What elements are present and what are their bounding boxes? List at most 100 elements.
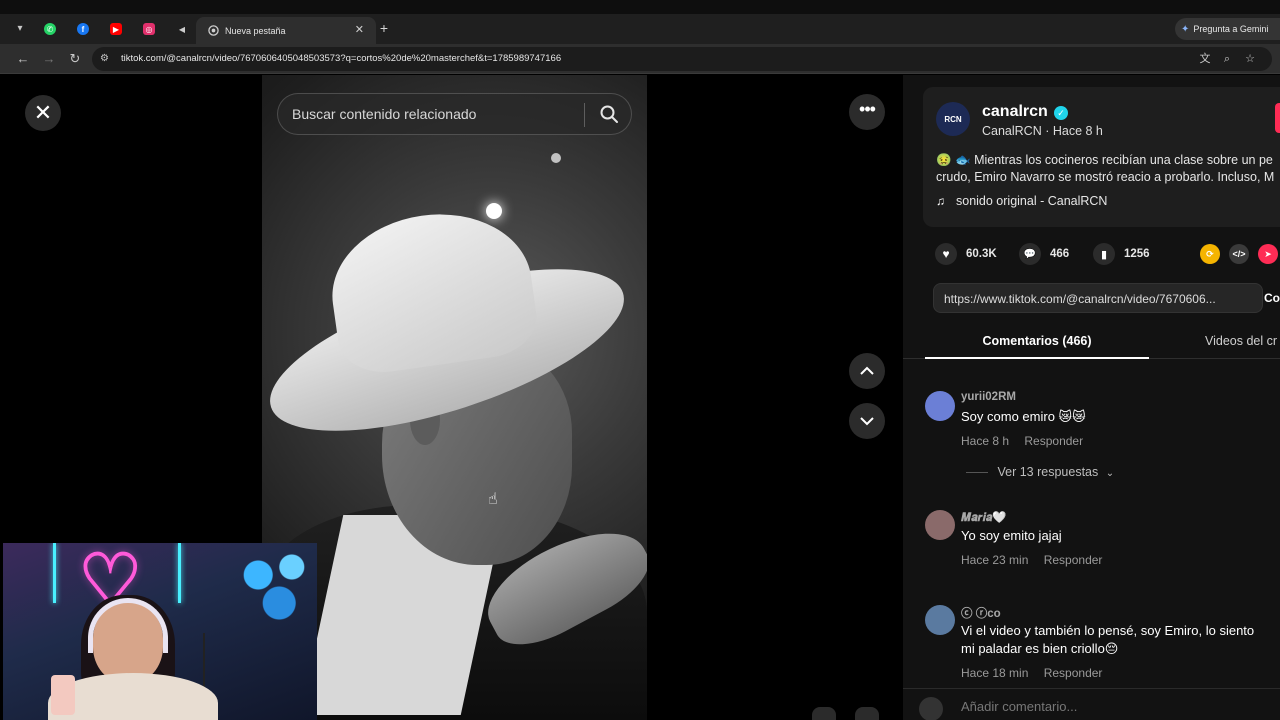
comment-button[interactable]: 💬	[1019, 243, 1041, 265]
address-bar-row: ← → ↻ ⚙ tiktok.com/@canalrcn/video/76706…	[0, 44, 1280, 74]
comment-meta: Hace 23 min Responder	[961, 553, 1102, 567]
reply-button[interactable]: Responder	[1044, 666, 1103, 680]
site-info-icon[interactable]: ⚙	[100, 52, 114, 66]
gemini-button[interactable]: ✦ Pregunta a Gemini	[1175, 18, 1280, 40]
reload-icon[interactable]: ↻	[66, 50, 84, 68]
add-comment-bar: Añadir comentario...	[903, 688, 1280, 720]
description-line-1: 🤢 🐟 Mientras los cocineros recibían una …	[936, 153, 1273, 167]
related-search-box[interactable]: Buscar contenido relacionado	[277, 93, 632, 135]
comment-meta: Hace 8 h Responder	[961, 434, 1083, 448]
panel-tabs: Comentarios (466) Videos del cr	[903, 327, 1280, 359]
description-line-2: crudo, Emiro Navarro se mostró reacio a …	[936, 170, 1275, 184]
tab-creator-videos[interactable]: Videos del cr	[1205, 327, 1277, 355]
video-link-text: https://www.tiktok.com/@canalrcn/video/7…	[944, 292, 1216, 306]
back-arrow-icon[interactable]: ←	[14, 50, 32, 68]
chevron-down-icon	[860, 417, 874, 426]
forward-arrow-icon[interactable]: →	[40, 50, 58, 68]
comment-avatar[interactable]	[925, 391, 955, 421]
pinned-tab-whatsapp[interactable]: ✆	[36, 18, 64, 40]
side-panel: RCN canalrcn ✓ CanalRCN · Hace 8 h 🤢 🐟 M…	[903, 75, 1280, 720]
volume-button[interactable]	[855, 707, 879, 720]
pinned-tab-instagram[interactable]: ◎	[135, 18, 163, 40]
video-description: 🤢 🐟 Mientras los cocineros recibían una …	[936, 152, 1280, 186]
chevron-up-icon	[860, 366, 874, 375]
view-replies-button[interactable]: Ver 13 respuestas ⌄	[966, 465, 1114, 479]
reply-button[interactable]: Responder	[1024, 434, 1083, 448]
speaker-icon: ◀	[178, 24, 186, 34]
comment-item: yurii02RM Soy como emiro 😿😿 Hace 8 h Res…	[925, 391, 1280, 451]
next-video-button[interactable]	[849, 403, 885, 439]
comment-text-line-2: mi paladar es bien criollo😔	[961, 641, 1119, 656]
author-username[interactable]: canalrcn	[982, 103, 1048, 121]
close-video-button[interactable]: ✕	[25, 95, 61, 131]
send-icon[interactable]: ➤	[1258, 244, 1278, 264]
background-balloons	[233, 543, 317, 623]
video-link-field[interactable]: https://www.tiktok.com/@canalrcn/video/7…	[933, 283, 1263, 313]
like-button[interactable]: ♥	[935, 243, 957, 265]
add-comment-input[interactable]: Añadir comentario...	[961, 699, 1077, 714]
comment-time: Hace 8 h	[961, 434, 1010, 448]
instagram-icon: ◎	[143, 23, 155, 35]
bookmark-icon: ▮	[1100, 248, 1108, 261]
translate-icon[interactable]: 文	[1198, 52, 1212, 66]
facebook-icon: f	[77, 23, 89, 35]
copy-link-button[interactable]: Co	[1263, 283, 1280, 313]
url-text[interactable]: tiktok.com/@canalrcn/video/7670606405048…	[121, 53, 561, 64]
pinned-tab-audio[interactable]: ◀	[168, 18, 196, 40]
tab-close-icon[interactable]: ✕	[355, 23, 364, 36]
comment-username[interactable]: yurii02RM	[961, 391, 1016, 403]
chevron-down-icon: ⌄	[1105, 468, 1115, 479]
zoom-icon[interactable]: ⌕	[1220, 52, 1234, 66]
comment-bubble-icon: 💬	[1023, 248, 1037, 260]
comment-item: ⓒ ⓡco Vi el video y también lo pensé, so…	[925, 605, 1280, 685]
follow-button[interactable]	[1275, 103, 1280, 133]
comment-time: Hace 18 min	[961, 666, 1029, 680]
comment-username[interactable]: 𝑴𝒂𝒓𝒊𝒂🤍	[961, 510, 1007, 525]
tab-nueva-pestana[interactable]: Nueva pestaña ✕	[196, 17, 376, 44]
hand-cursor-icon: ☝	[488, 491, 498, 508]
search-icon[interactable]	[599, 104, 619, 124]
neon-light-right	[178, 543, 181, 603]
reply-button[interactable]: Responder	[1044, 553, 1103, 567]
comment-avatar[interactable]	[925, 510, 955, 540]
repost-icon[interactable]: ⟳	[1200, 244, 1220, 264]
current-user-avatar	[919, 697, 943, 720]
more-dots-icon: •••	[859, 99, 876, 119]
pinned-tab-youtube[interactable]: ▶	[102, 18, 130, 40]
like-count: 60.3K	[966, 248, 997, 260]
new-tab-button[interactable]: +	[376, 20, 392, 38]
video-hat-crown	[322, 201, 542, 379]
view-replies-label: Ver 13 respuestas	[997, 465, 1099, 479]
search-divider	[584, 103, 585, 127]
omnibox[interactable]: ⚙ tiktok.com/@canalrcn/video/76706064050…	[92, 47, 1272, 71]
gemini-label: Pregunta a Gemini	[1193, 24, 1269, 34]
comment-text: Soy como emiro 😿😿	[961, 409, 1086, 424]
comment-avatar[interactable]	[925, 605, 955, 635]
more-options-button[interactable]: •••	[849, 94, 885, 130]
tab-title: Nueva pestaña	[225, 25, 286, 36]
comment-username[interactable]: ⓒ ⓡco	[961, 605, 1001, 621]
search-placeholder: Buscar contenido relacionado	[292, 106, 477, 122]
comment-time: Hace 23 min	[961, 553, 1029, 567]
save-button[interactable]: ▮	[1093, 243, 1115, 265]
embed-icon[interactable]: </>	[1229, 244, 1249, 264]
author-subtitle: CanalRCN · Hace 8 h	[982, 124, 1103, 138]
window-top-strip	[0, 0, 1280, 14]
chrome-page-icon	[208, 25, 219, 36]
save-count: 1256	[1124, 248, 1150, 260]
pip-button[interactable]	[812, 707, 836, 720]
music-title[interactable]: sonido original - CanalRCN	[956, 194, 1107, 208]
tab-search-dropdown[interactable]: ▾	[10, 20, 30, 38]
author-avatar[interactable]: RCN	[936, 102, 970, 136]
gemini-spark-icon: ✦	[1181, 23, 1190, 35]
whatsapp-icon: ✆	[44, 23, 56, 35]
video-player[interactable]: ☝	[262, 75, 647, 720]
replies-line	[966, 472, 988, 474]
neon-light-left	[53, 543, 56, 603]
tab-comments[interactable]: Comentarios (466)	[925, 327, 1149, 359]
avatar-logo: RCN	[944, 114, 962, 124]
bookmark-star-icon[interactable]: ☆	[1243, 52, 1257, 66]
previous-video-button[interactable]	[849, 353, 885, 389]
comment-text: Yo soy emito jajaj	[961, 528, 1062, 543]
pinned-tab-facebook[interactable]: f	[69, 18, 97, 40]
